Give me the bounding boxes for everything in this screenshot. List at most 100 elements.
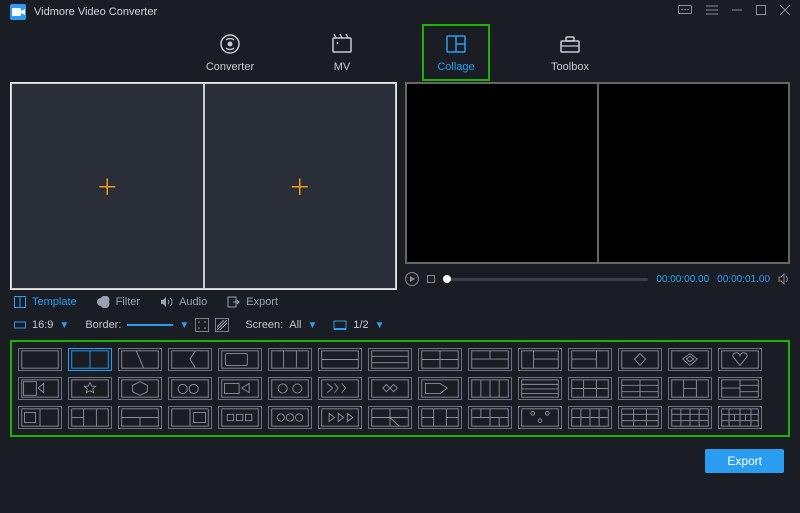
footer: Export — [0, 443, 800, 479]
tab-collage[interactable]: Collage — [424, 26, 488, 79]
feedback-icon[interactable] — [678, 5, 692, 20]
template-item[interactable] — [418, 348, 462, 371]
secondary-tabs: Template Filter Audio Export — [0, 290, 800, 312]
template-item[interactable] — [718, 348, 762, 371]
chevron-down-icon: ▼ — [375, 320, 385, 331]
time-current: 00:00:00.00 — [656, 274, 709, 285]
title-bar: Vidmore Video Converter — [0, 0, 800, 24]
stop-button[interactable] — [427, 275, 435, 283]
menu-icon[interactable] — [706, 5, 718, 20]
page-select[interactable]: 1/2 ▼ — [333, 319, 384, 331]
border-preview — [127, 324, 173, 326]
collage-cell-2[interactable]: ＋ — [204, 83, 397, 289]
volume-icon[interactable] — [778, 273, 790, 285]
template-item[interactable] — [318, 406, 362, 429]
template-item[interactable] — [318, 348, 362, 371]
tab-collage-highlight: Collage — [422, 24, 490, 81]
template-item[interactable] — [268, 406, 312, 429]
ratio-select[interactable]: 16:9 ▼ — [14, 319, 69, 331]
template-item[interactable] — [118, 406, 162, 429]
template-item[interactable] — [518, 348, 562, 371]
template-item[interactable] — [118, 348, 162, 371]
template-item[interactable] — [218, 406, 262, 429]
template-item[interactable] — [618, 406, 662, 429]
template-item[interactable] — [518, 377, 562, 400]
preview-grid — [405, 82, 790, 264]
template-item[interactable] — [368, 406, 412, 429]
template-item[interactable] — [468, 348, 512, 371]
template-item[interactable] — [718, 406, 762, 429]
tab-mv[interactable]: MV — [310, 32, 374, 73]
app-logo-icon — [10, 4, 26, 20]
close-icon[interactable] — [780, 5, 790, 20]
border-option: Border: ▼ — [85, 318, 229, 332]
export-button[interactable]: Export — [705, 449, 784, 473]
playback-bar: 00:00:00.00 00:00:01.00 — [405, 268, 790, 290]
maximize-icon[interactable] — [756, 5, 766, 20]
window-controls — [678, 5, 790, 20]
mv-icon — [330, 32, 354, 56]
template-item[interactable] — [18, 348, 62, 371]
border-style-dotted-button[interactable] — [195, 318, 209, 332]
template-item[interactable] — [68, 406, 112, 429]
template-grid — [10, 340, 790, 437]
template-item[interactable] — [518, 406, 562, 429]
template-item[interactable] — [168, 348, 212, 371]
template-item[interactable] — [668, 406, 712, 429]
add-icon: ＋ — [289, 170, 311, 202]
options-bar: 16:9 ▼ Border: ▼ Screen: All ▼ 1/2 ▼ — [0, 312, 800, 338]
chevron-down-icon: ▼ — [59, 320, 69, 331]
template-item[interactable] — [68, 348, 112, 371]
template-item[interactable] — [368, 377, 412, 400]
template-item[interactable] — [68, 377, 112, 400]
collage-icon — [444, 32, 468, 56]
template-item[interactable] — [18, 377, 62, 400]
preview-panel: 00:00:00.00 00:00:01.00 — [405, 82, 790, 290]
tab-toolbox[interactable]: Toolbox — [538, 32, 602, 73]
template-item[interactable] — [418, 377, 462, 400]
template-item[interactable] — [18, 406, 62, 429]
template-item[interactable] — [218, 348, 262, 371]
tab-converter[interactable]: Converter — [198, 32, 262, 73]
app-title: Vidmore Video Converter — [34, 6, 678, 18]
template-item[interactable] — [618, 377, 662, 400]
template-item[interactable] — [468, 406, 512, 429]
template-item[interactable] — [668, 377, 712, 400]
template-item[interactable] — [568, 348, 612, 371]
collage-canvas: ＋ ＋ — [10, 82, 397, 290]
preview-cell-2 — [598, 83, 790, 263]
subtab-export[interactable]: Export — [227, 296, 278, 308]
template-item[interactable] — [368, 348, 412, 371]
template-item[interactable] — [168, 406, 212, 429]
preview-cell-1 — [406, 83, 598, 263]
template-item[interactable] — [118, 377, 162, 400]
subtab-template[interactable]: Template — [14, 296, 77, 308]
play-button[interactable] — [405, 272, 419, 286]
template-item[interactable] — [318, 377, 362, 400]
toolbox-icon — [558, 32, 582, 56]
template-item[interactable] — [618, 348, 662, 371]
template-item[interactable] — [168, 377, 212, 400]
minimize-icon[interactable] — [732, 5, 742, 20]
converter-icon — [218, 32, 242, 56]
border-style-hatched-button[interactable] — [215, 318, 229, 332]
template-item[interactable] — [468, 377, 512, 400]
main-tabs: Converter MV Collage Toolbox — [0, 24, 800, 80]
template-item[interactable] — [568, 406, 612, 429]
template-item[interactable] — [668, 348, 712, 371]
template-item[interactable] — [268, 377, 312, 400]
collage-cell-1[interactable]: ＋ — [11, 83, 204, 289]
chevron-down-icon: ▼ — [307, 320, 317, 331]
subtab-filter[interactable]: Filter — [97, 296, 140, 308]
template-item[interactable] — [718, 377, 762, 400]
template-item[interactable] — [218, 377, 262, 400]
template-item[interactable] — [268, 348, 312, 371]
seek-bar[interactable] — [443, 278, 648, 281]
subtab-audio[interactable]: Audio — [160, 296, 207, 308]
seek-handle[interactable] — [443, 275, 451, 283]
template-item[interactable] — [418, 406, 462, 429]
chevron-down-icon[interactable]: ▼ — [179, 320, 189, 331]
workspace: ＋ ＋ 00:00:00.00 00:00:01.00 — [0, 80, 800, 290]
screen-option[interactable]: Screen: All ▼ — [245, 319, 317, 331]
template-item[interactable] — [568, 377, 612, 400]
